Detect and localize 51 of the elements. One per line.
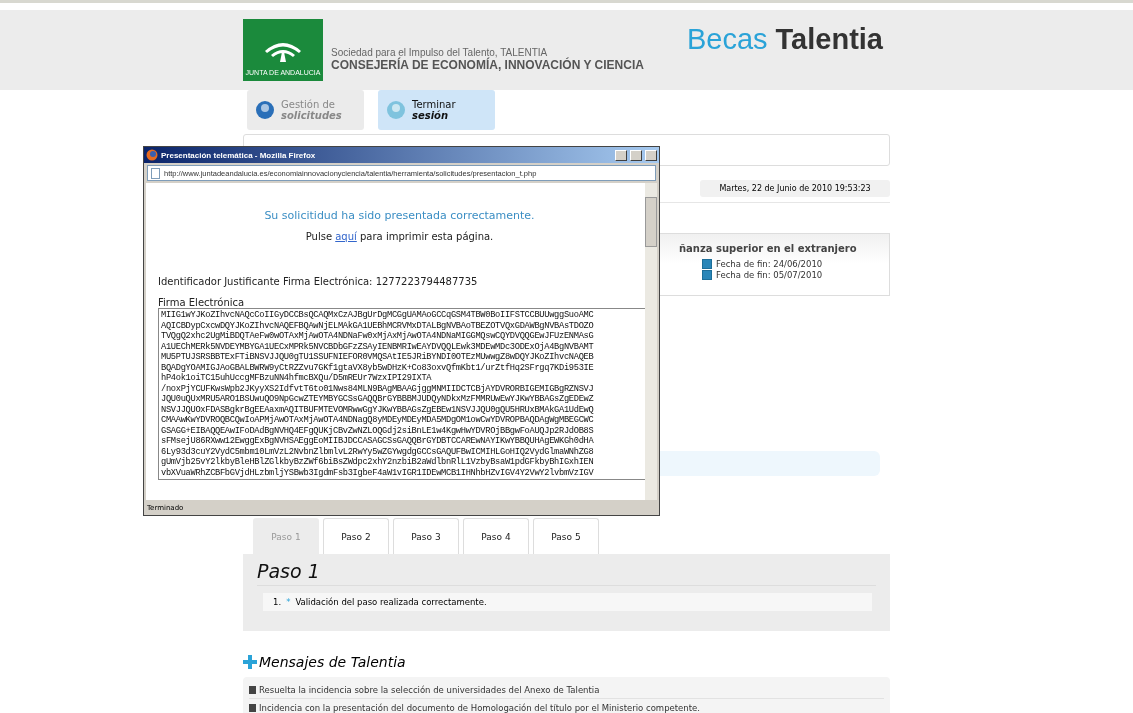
- close-button[interactable]: [645, 149, 657, 161]
- brand-word: Talentia: [775, 22, 883, 55]
- scrollbar[interactable]: [645, 183, 657, 500]
- success-message: Su solicitidud ha sido presentada correctamente.: [263, 209, 536, 222]
- signature-line: /noxPjYCUFKwsWpb2JKyyXS2IdfvtT6to01Nws84MLN9BAgMBAAGjggMNMIIDCTCBjAYDVRORBIGEMIGBgRZNSVJ: [161, 383, 595, 394]
- signature-line: MIIG1wYJKoZIhvcNAQcCoIIGyDCCBsQCAQMxCzAJBgUrDgMCGgUAMAoGCCqGSM4TBW0BoIIFSTCCBUUwggSuoAMC: [161, 310, 595, 321]
- signature-line: vbXVuaWRhZCBFbGVjdHLzbmljYSBwb3IgdmFsb3IgbeF4aW1vIGR1IDEwMCB1IHNhbHZvIGV4Y2VwY2lvbmVzIGV: [161, 467, 595, 478]
- signature-line: GSAGG+EIBAQQEAwIFoDAdBgNVHQ4EFgQUKjCBvZwNZLOQGdj2siBnLE1w4KgwHwYDVROjBBgwFoAUQJp2RJdOB8S: [161, 425, 595, 436]
- signature-line: CMAAwKwYDVROQBCQwIoAPMjAwOTAxMjAwOTA4NDNagQ8yMDEyMDEyMDA5MDgOM1owCwYDVROPBAQDAgWgMBEGCWC: [161, 415, 595, 426]
- required-mark: *: [286, 597, 291, 607]
- plus-icon: [243, 655, 257, 669]
- step-tab[interactable]: Paso 3: [393, 518, 459, 554]
- signature-line: MU5PTUJSRSBBTExFTiBNSVJJQU0gTU1SSUFNIEFOR0VMQSAtIE5JRiBYNDI0OTEzMUwwgZ8wDQYJKoZIhvcNAQEB: [161, 352, 595, 363]
- validation-message: Validación del paso realizada correctamente.: [295, 597, 487, 607]
- step-title: Paso 1: [257, 560, 876, 586]
- brand-word: Becas: [686, 22, 768, 55]
- message-link[interactable]: Resuelta la incidencia sobre la selección de universidades del Anexo de Talentia: [259, 684, 600, 695]
- orb-icon: [386, 100, 406, 120]
- step-tab[interactable]: Paso 4: [463, 518, 529, 554]
- orb-icon: [255, 100, 275, 120]
- signature-line: 6Ly93d3cuY2VydC5mbm10LmVzL2NvbnZlbmlvL2RwYy5wZGYwgdgGCCsGAQUFBwICMIHLGoHIQ2VydGlmaWNhZG8: [161, 446, 595, 457]
- signature-line: TVQgQ2xhc2UgMiBDQTAeFw0wOTAxMjAwOTA4NDNaFw0xMjAxMjAwOTA4NDNaMIGGMQswCQYDVQQGEwJFUzENMAsG: [161, 331, 595, 342]
- signature-line: AQICBDypCxcwDQYJKoZIhvcNAQEFBQAwNjELMAkGA1UEBhMCRVMxDTALBgNVBAoTBEZOTVQxGDAWBgNVBAsTDOZO: [161, 320, 595, 331]
- signature-line: JQU0uQUxMRU5ARO1BSUwuQO9NpGcwZTEYMBYGCSsGAQQBrGYBBBMJUDQyNDkxMzFMMRUwEwYJKwYBBAGsZgEDEwZ: [161, 394, 595, 405]
- signature-line: sFMsejU86RXww12EwggExBgNVHSAEggEoMIIBJDCCASAGCSsGAQQBrGYDBTCCAREwNAYIKwYBBQUHAgEWKGh0dHA: [161, 436, 595, 447]
- end-date: Fecha de fin: 05/07/2010: [716, 270, 823, 280]
- signature-line: gUmVjb25vY2lkbyBleHBlZGlkbyBzZWf6biBsZWdpc2xhY2nzbiB2aWdlbnRlL1VzbyBsaW1pdGFkbyBhIGxhIEN: [161, 457, 595, 468]
- message-link[interactable]: Incidencia con la presentación del documento de Homologación del título por el Ministerio competente.: [259, 702, 700, 713]
- step-tab[interactable]: Paso 2: [323, 518, 389, 554]
- item-number: 1.: [273, 597, 282, 607]
- print-link[interactable]: aquí: [335, 231, 357, 242]
- convocatoria-title: ñanza superior en el extranjero: [678, 243, 858, 254]
- globe-icon: [146, 149, 158, 161]
- end-date: Fecha de fin: 24/06/2010: [716, 259, 823, 269]
- date-label: Martes, 22 de Junio de 2010 19:53:23: [700, 180, 890, 197]
- signature-line: hP4ok1oiTC15uhUccgMFBzuNN4hfmcBXQu/D5mREUr7WzxIPI29IXTA: [161, 373, 433, 384]
- signature-label: Firma Electrónica: [158, 297, 246, 308]
- window-title: Presentación telemática - Mozilla Firefox: [161, 150, 317, 160]
- step-tab[interactable]: Paso 5: [533, 518, 599, 554]
- page-icon: [151, 167, 160, 179]
- signature-line: BQADgYOAMIGJAoGBALBWRW9yCtRZZvu7GKf1gtaVX8yb5wDHzK+Co83oxvQfmKbt1/urZtfHq2SFrgq7KDi953IE: [161, 362, 595, 373]
- ministry-title: CONSEJERÍA DE ECONOMÍA, INNOVACIÓN Y CIENCIA: [331, 57, 644, 72]
- minimize-button[interactable]: [615, 149, 627, 161]
- signature-line: A1UEChMERk5NVDEYMBYGA1UECxMPRk5NVCBDbGFzZSAyIENBMRIwEAYDVQQLEwk3MDEwMDc3ODExOjA4BgNVBAMT: [161, 341, 595, 352]
- nav-button[interactable]: Terminar sesión: [378, 90, 495, 130]
- messages-title: Mensajes de Talentia: [259, 654, 406, 670]
- identifier-text: Identificador Justificante Firma Electrónica: 1277223794487735: [158, 276, 479, 287]
- maximize-button[interactable]: [630, 149, 642, 161]
- org-line: Sociedad para el Impulso del Talento, TALENTIA: [331, 46, 548, 58]
- print-instruction: Pulse aquí para imprimir esta página.: [304, 231, 495, 242]
- signature-line: NSVJJQUOxFDASBgkrBgEEAaxmAQITBUFMTEVOMRwwGgYJKwYBBAGsZgEBEw1NSVJJQU0gQU5HRUxBMAkGA1UdEwQ: [161, 404, 595, 415]
